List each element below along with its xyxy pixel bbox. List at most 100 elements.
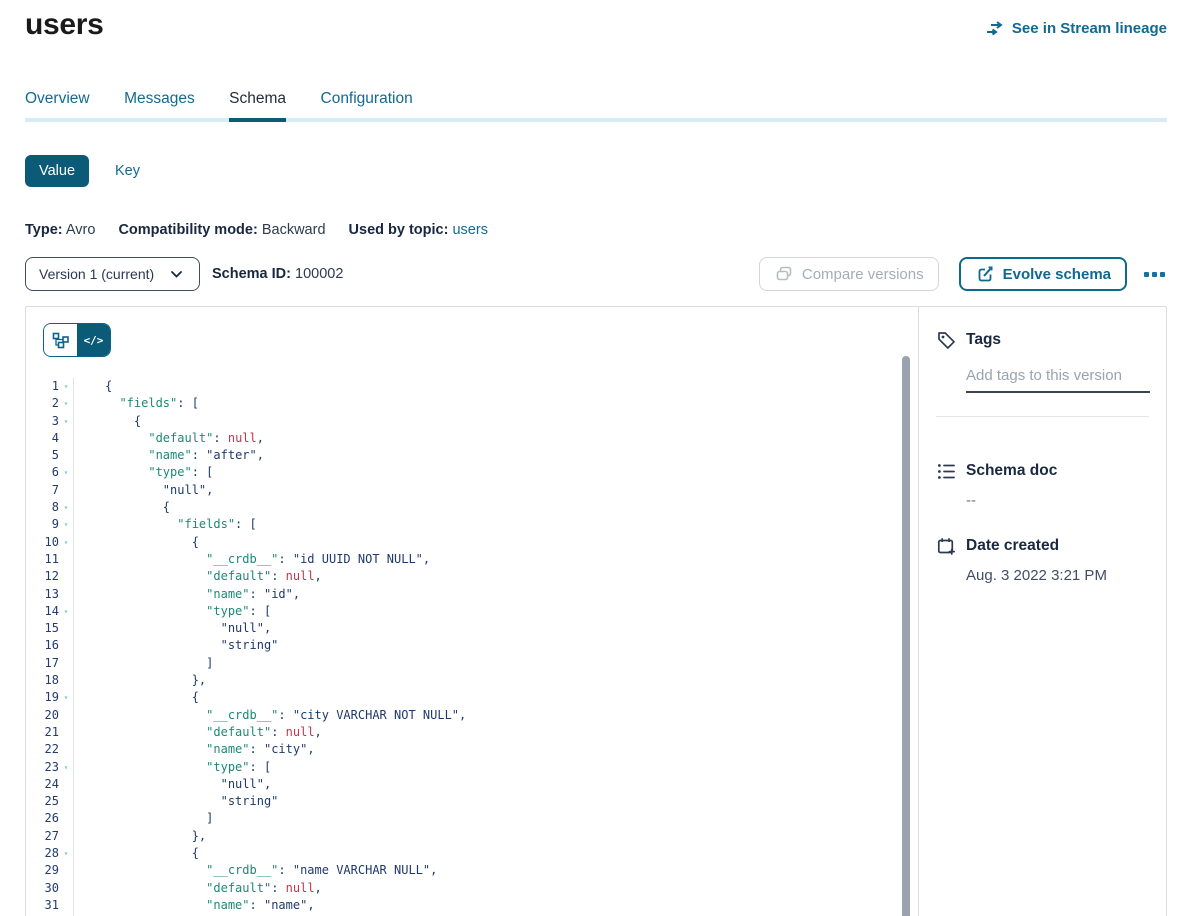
- line-number: 20: [26, 707, 59, 724]
- code-view-icon: </>: [84, 334, 104, 347]
- code-text: "null",: [73, 776, 918, 793]
- more-actions-button[interactable]: [1142, 266, 1167, 283]
- code-line: 12 "default": null,: [26, 568, 918, 585]
- code-line: 7 "null",: [26, 482, 918, 499]
- compatibility-value: Backward: [262, 222, 326, 238]
- line-number: 12: [26, 568, 59, 585]
- schema-sidebar: Tags Schema: [918, 307, 1166, 916]
- line-number: 17: [26, 655, 59, 672]
- stream-lineage-icon: [985, 18, 1005, 38]
- fold-spacer: [59, 482, 73, 499]
- line-number: 4: [26, 430, 59, 447]
- fold-spacer: [59, 741, 73, 758]
- tags-title: Tags: [966, 331, 1001, 349]
- line-number: 18: [26, 672, 59, 689]
- code-text: "type": [: [73, 464, 918, 481]
- code-line: 9▾ "fields": [: [26, 516, 918, 533]
- fold-spacer: [59, 897, 73, 914]
- tag-icon: [936, 330, 956, 350]
- schema-id-value: 100002: [295, 266, 343, 282]
- tab-schema[interactable]: Schema: [229, 90, 286, 122]
- compatibility-label: Compatibility mode:: [118, 222, 257, 238]
- code-text: {: [73, 845, 918, 862]
- compare-versions-button[interactable]: Compare versions: [759, 257, 939, 291]
- line-number: 8: [26, 499, 59, 516]
- tab-configuration[interactable]: Configuration: [321, 90, 413, 122]
- fold-spacer: [59, 620, 73, 637]
- code-line: 13 "name": "id",: [26, 586, 918, 603]
- code-line: 8▾ {: [26, 499, 918, 516]
- version-select[interactable]: Version 1 (current): [25, 257, 200, 291]
- line-number: 26: [26, 810, 59, 827]
- sidebar-divider: [936, 416, 1149, 417]
- tab-messages[interactable]: Messages: [124, 90, 195, 122]
- edit-icon: [975, 266, 995, 282]
- code-line: 6▾ "type": [: [26, 464, 918, 481]
- line-number: 30: [26, 880, 59, 897]
- fold-toggle-icon[interactable]: ▾: [59, 534, 73, 551]
- fold-spacer: [59, 447, 73, 464]
- code-text: "__crdb__": "city VARCHAR NOT NULL",: [73, 707, 918, 724]
- code-text: "string": [73, 793, 918, 810]
- version-bar: Version 1 (current) Schema ID: 100002 Co…: [25, 257, 1167, 291]
- code-text: "__crdb__": "id UUID NOT NULL",: [73, 551, 918, 568]
- add-tags-input[interactable]: [966, 367, 1150, 393]
- see-in-stream-lineage-link[interactable]: See in Stream lineage: [985, 18, 1167, 38]
- fold-toggle-icon[interactable]: ▾: [59, 413, 73, 430]
- fold-spacer: [59, 551, 73, 568]
- fold-toggle-icon[interactable]: ▾: [59, 378, 73, 395]
- code-text: "fields": [: [73, 395, 918, 412]
- line-number: 27: [26, 828, 59, 845]
- topic-link[interactable]: users: [452, 222, 487, 238]
- key-segment-link[interactable]: Key: [115, 163, 140, 179]
- line-number: 2: [26, 395, 59, 412]
- chevron-down-icon: [166, 268, 186, 280]
- schema-id-label: Schema ID:: [212, 266, 291, 282]
- line-number: 28: [26, 845, 59, 862]
- fold-toggle-icon[interactable]: ▾: [59, 689, 73, 706]
- tree-view-button[interactable]: [44, 324, 77, 356]
- line-number: 29: [26, 862, 59, 879]
- fold-toggle-icon[interactable]: ▾: [59, 759, 73, 776]
- line-number: 15: [26, 620, 59, 637]
- code-line: 10▾ {: [26, 534, 918, 551]
- code-text: {: [73, 499, 918, 516]
- code-line: 24 "null",: [26, 776, 918, 793]
- line-number: 23: [26, 759, 59, 776]
- code-line: 1▾{: [26, 378, 918, 395]
- code-text: "type": [: [73, 603, 918, 620]
- fold-spacer: [59, 776, 73, 793]
- fold-toggle-icon[interactable]: ▾: [59, 603, 73, 620]
- schema-doc-section: Schema doc --: [936, 461, 1149, 509]
- fold-spacer: [59, 655, 73, 672]
- line-number: 11: [26, 551, 59, 568]
- fold-toggle-icon[interactable]: ▾: [59, 845, 73, 862]
- value-key-segment: Value Key: [25, 155, 1167, 187]
- page: users See in Stream lineage Overview Mes…: [0, 6, 1189, 916]
- evolve-schema-button[interactable]: Evolve schema: [959, 257, 1127, 291]
- code-view-button[interactable]: </>: [77, 324, 110, 356]
- page-title: users: [25, 6, 104, 44]
- tab-overview[interactable]: Overview: [25, 90, 90, 122]
- code-line: 2▾ "fields": [: [26, 395, 918, 412]
- schema-doc-title: Schema doc: [966, 462, 1057, 480]
- code-text: {: [73, 413, 918, 430]
- code-line: 23▾ "type": [: [26, 759, 918, 776]
- fold-spacer: [59, 880, 73, 897]
- value-segment-button[interactable]: Value: [25, 155, 89, 187]
- fold-toggle-icon[interactable]: ▾: [59, 395, 73, 412]
- fold-toggle-icon[interactable]: ▾: [59, 516, 73, 533]
- fold-toggle-icon[interactable]: ▾: [59, 464, 73, 481]
- line-number: 14: [26, 603, 59, 620]
- code-text: {: [73, 534, 918, 551]
- code-line: 28▾ {: [26, 845, 918, 862]
- code-text: ]: [73, 655, 918, 672]
- vertical-scrollbar[interactable]: [902, 356, 910, 916]
- type-label: Type:: [25, 222, 63, 238]
- code-line: 3▾ {: [26, 413, 918, 430]
- fold-spacer: [59, 568, 73, 585]
- line-number: 10: [26, 534, 59, 551]
- fold-toggle-icon[interactable]: ▾: [59, 499, 73, 516]
- line-number: 3: [26, 413, 59, 430]
- code-text: "name": "after",: [73, 447, 918, 464]
